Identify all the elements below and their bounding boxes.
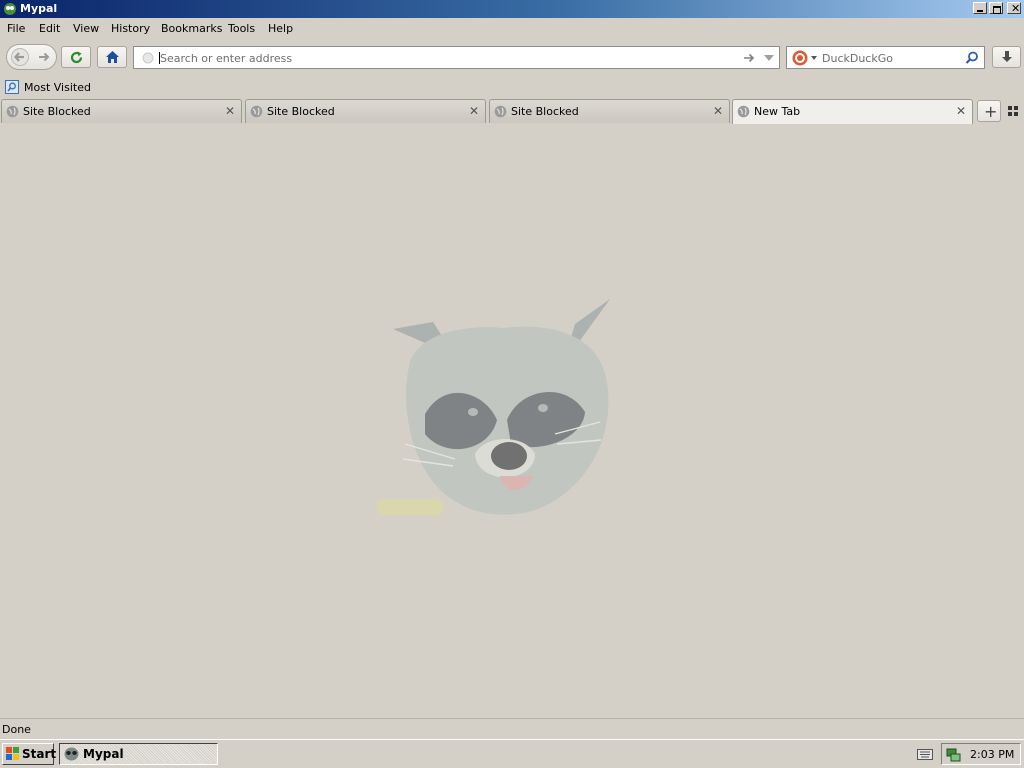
title-bar: Mypal ✕ — [0, 0, 1024, 18]
menu-bookmarks[interactable]: Bookmarks — [161, 22, 222, 35]
restore-button[interactable] — [989, 2, 1003, 14]
tab-title: Site Blocked — [23, 105, 91, 118]
home-button[interactable] — [97, 46, 127, 68]
menu-edit[interactable]: Edit — [39, 22, 60, 35]
home-icon — [106, 51, 119, 63]
menu-tools[interactable]: Tools — [228, 22, 255, 35]
address-bar[interactable]: Search or enter address — [133, 46, 780, 69]
back-arrow-icon[interactable] — [11, 48, 29, 66]
search-input[interactable]: DuckDuckGo — [822, 52, 893, 65]
bookmark-folder-icon — [5, 80, 19, 94]
tab-title: Site Blocked — [511, 105, 579, 118]
tab-close-icon[interactable]: ✕ — [713, 104, 723, 118]
taskbar-item-mypal[interactable]: Mypal — [59, 743, 218, 765]
taskbar: Start Mypal 2:03 PM — [0, 739, 1024, 768]
minimize-button[interactable] — [973, 2, 987, 14]
system-tray: 2:03 PM — [941, 743, 1021, 765]
green-blur-mark — [377, 499, 443, 515]
reload-icon — [70, 51, 83, 64]
clock[interactable]: 2:03 PM — [970, 748, 1014, 761]
globe-icon — [250, 105, 263, 118]
tab-title: Site Blocked — [267, 105, 335, 118]
download-icon — [1002, 51, 1012, 62]
new-tab-page — [0, 124, 1024, 718]
status-text: Done — [2, 723, 31, 736]
magnifier-icon[interactable] — [965, 51, 979, 65]
menu-bar: File Edit View History Bookmarks Tools H… — [0, 19, 1024, 38]
start-label: Start — [22, 747, 57, 761]
network-icon[interactable] — [946, 747, 961, 762]
minimize-icon — [977, 10, 983, 12]
globe-icon — [494, 105, 507, 118]
tab-site-blocked-1[interactable]: Site Blocked ✕ — [1, 99, 242, 123]
menu-view[interactable]: View — [73, 22, 99, 35]
mypal-app-icon — [64, 747, 79, 761]
search-bar[interactable]: DuckDuckGo — [786, 46, 985, 69]
engine-dropdown-icon[interactable] — [811, 56, 817, 60]
downloads-button[interactable] — [992, 46, 1021, 68]
tab-strip: Site Blocked ✕ Site Blocked ✕ Site Block… — [0, 99, 1024, 124]
globe-icon — [737, 105, 750, 118]
new-tab-button[interactable]: + — [977, 100, 1001, 122]
status-bar: Done — [0, 718, 1024, 739]
most-visited-label: Most Visited — [24, 81, 91, 94]
site-identity-icon[interactable] — [142, 52, 154, 64]
tab-new-tab[interactable]: New Tab ✕ — [732, 99, 973, 124]
taskbar-item-label: Mypal — [83, 747, 124, 761]
windows-logo-icon — [6, 747, 19, 760]
duckduckgo-icon[interactable] — [792, 50, 808, 66]
tab-list-icon[interactable] — [1008, 106, 1018, 116]
keyboard-icon[interactable] — [917, 749, 933, 760]
go-arrow-icon[interactable] — [743, 52, 756, 64]
tab-site-blocked-2[interactable]: Site Blocked ✕ — [245, 99, 486, 123]
forward-arrow-icon[interactable] — [37, 50, 51, 64]
start-button[interactable]: Start — [2, 743, 57, 765]
menu-history[interactable]: History — [111, 22, 150, 35]
restore-icon — [993, 6, 1001, 14]
dropdown-arrow-icon[interactable] — [764, 55, 774, 62]
back-forward-group — [6, 44, 57, 70]
globe-icon — [6, 105, 19, 118]
tab-close-icon[interactable]: ✕ — [956, 104, 966, 118]
menu-file[interactable]: File — [7, 22, 25, 35]
tab-close-icon[interactable]: ✕ — [469, 104, 479, 118]
tab-site-blocked-3[interactable]: Site Blocked ✕ — [489, 99, 730, 123]
address-input[interactable]: Search or enter address — [160, 52, 292, 65]
raccoon-image — [393, 299, 610, 515]
bookmarks-toolbar: Most Visited — [0, 78, 1024, 98]
plus-icon: + — [984, 102, 998, 121]
close-window-button[interactable]: ✕ — [1007, 2, 1021, 15]
tab-close-icon[interactable]: ✕ — [225, 104, 235, 118]
menu-help[interactable]: Help — [268, 22, 293, 35]
tab-title: New Tab — [754, 105, 801, 118]
window-title: Mypal — [20, 2, 58, 15]
close-icon: ✕ — [1011, 2, 1021, 15]
reload-button[interactable] — [61, 46, 91, 68]
mypal-app-icon — [4, 3, 16, 15]
